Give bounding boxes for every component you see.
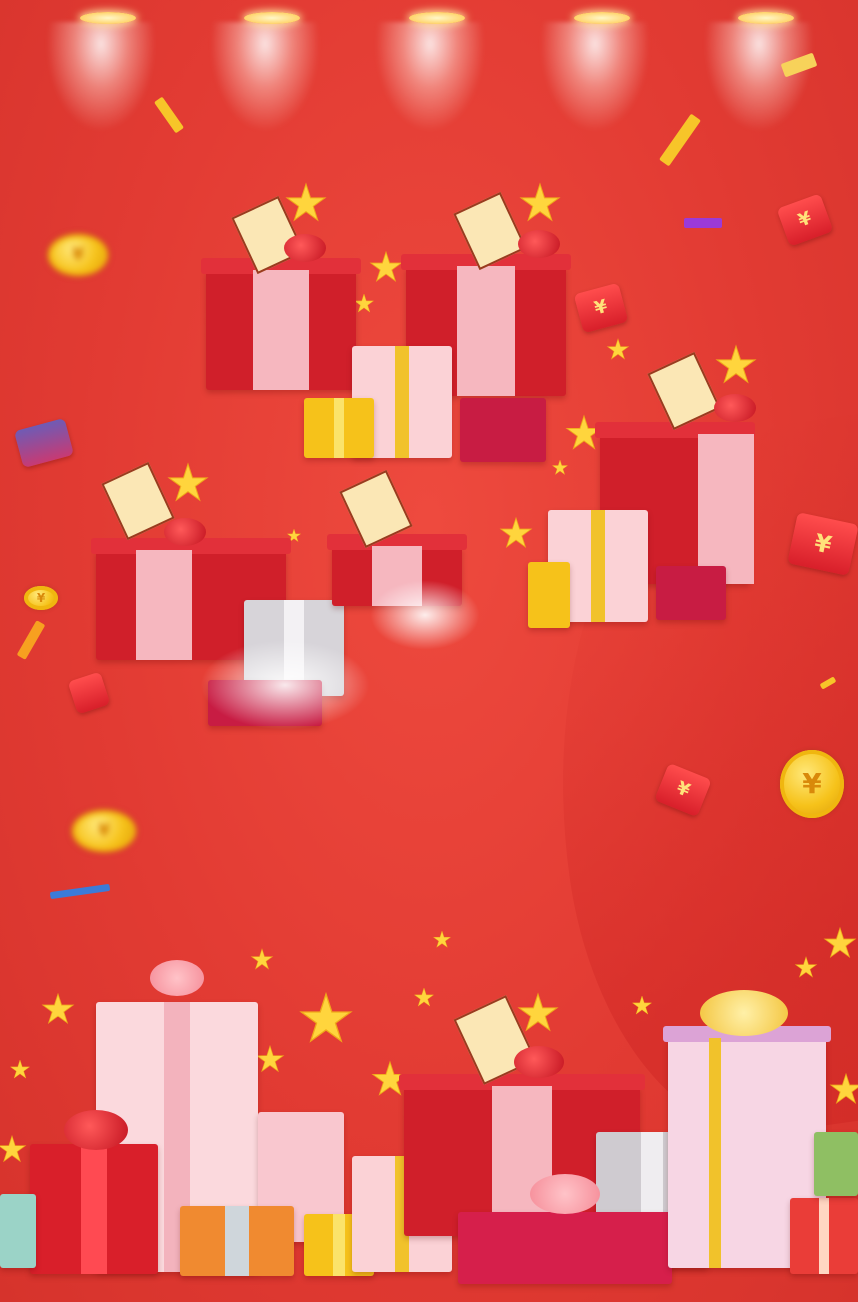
soft-glow bbox=[370, 580, 480, 650]
gift-box-icon bbox=[0, 1194, 36, 1268]
star-icon bbox=[433, 931, 450, 947]
gift-cluster-middle bbox=[90, 461, 490, 730]
bow-icon bbox=[518, 230, 560, 258]
festive-gift-poster: ¥ ¥ ¥ ¥ ¥ ¥ ¥ ¥ bbox=[0, 0, 858, 1302]
bow-icon bbox=[284, 234, 326, 262]
gift-box-icon bbox=[30, 1144, 158, 1274]
gift-box-icon bbox=[304, 398, 374, 458]
gift-box-icon bbox=[201, 258, 361, 390]
bow-icon bbox=[714, 394, 756, 422]
gift-cluster-right bbox=[520, 351, 770, 630]
gift-pile-bottom bbox=[0, 950, 858, 1302]
gift-card bbox=[647, 351, 721, 431]
gift-box-icon bbox=[656, 566, 726, 620]
bow-icon bbox=[150, 960, 204, 996]
bow-icon bbox=[700, 990, 788, 1036]
gift-box-icon bbox=[180, 1206, 294, 1276]
bow-icon bbox=[164, 518, 206, 546]
gift-box-icon bbox=[528, 562, 570, 628]
bow-icon bbox=[514, 1046, 564, 1078]
bow-icon bbox=[530, 1174, 600, 1214]
gift-box-icon bbox=[814, 1132, 858, 1196]
gift-box-icon bbox=[790, 1198, 858, 1274]
bow-icon bbox=[64, 1110, 128, 1150]
gift-box-icon bbox=[458, 1212, 672, 1284]
soft-glow bbox=[200, 640, 370, 730]
